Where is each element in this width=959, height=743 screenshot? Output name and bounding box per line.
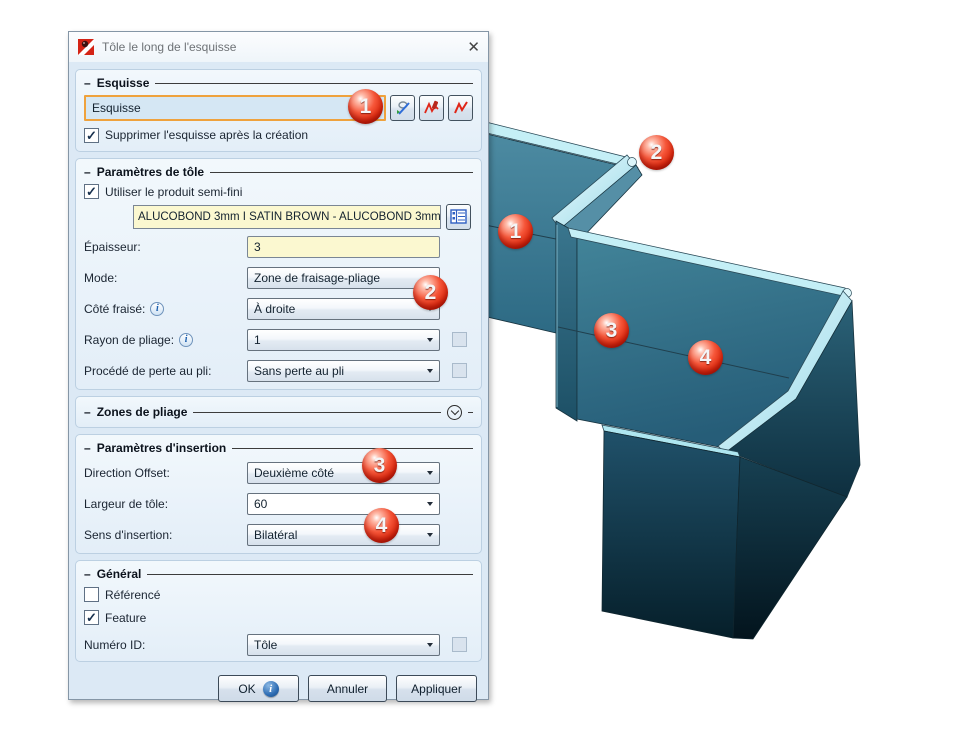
direction-offset-label: Direction Offset:: [84, 465, 170, 480]
dropdown-arrow-icon: [427, 368, 433, 373]
semi-finished-checkbox[interactable]: ✓: [84, 184, 99, 199]
milled-side-dropdown[interactable]: À droite: [247, 297, 440, 320]
catalog-button[interactable]: [446, 203, 471, 230]
dropdown-arrow-icon: [427, 470, 433, 475]
show-sketch-button[interactable]: [390, 95, 415, 121]
catalog-table-icon: [450, 209, 467, 224]
dropdown-arrow-icon: [427, 642, 433, 647]
thickness-field[interactable]: 3: [247, 235, 440, 258]
balloon-4-dialog: 4: [364, 508, 399, 543]
delete-sketch-checkbox[interactable]: ✓: [84, 127, 99, 143]
semi-finished-label: Utiliser le produit semi-fini: [105, 184, 243, 199]
box-front-face: [601, 430, 741, 639]
show-sketch-icon: [396, 101, 410, 115]
dropdown-arrow-icon: [427, 532, 433, 537]
delete-sketch-button[interactable]: [419, 95, 444, 121]
feature-label: Feature: [105, 610, 147, 625]
delete-sketch-label: Supprimer l'esquisse après la création: [105, 128, 309, 142]
semi-finished-product-field[interactable]: ALUCOBOND 3mm I SATIN BROWN - ALUCOBOND …: [133, 204, 441, 229]
sheet-width-dropdown[interactable]: 60: [247, 492, 440, 515]
bend-radius-dropdown[interactable]: 1: [247, 328, 440, 351]
feature-checkbox[interactable]: ✓: [84, 610, 99, 625]
id-number-dropdown[interactable]: Tôle: [247, 633, 440, 656]
fold-tip: [627, 157, 637, 167]
dropdown-arrow-icon: [427, 337, 433, 342]
mode-dropdown[interactable]: Zone de fraisage-pliage: [247, 266, 440, 289]
dropdown-arrow-icon: [427, 501, 433, 506]
bend-radius-label: Rayon de pliage:: [84, 332, 175, 347]
ok-info-icon: i: [262, 680, 279, 697]
bend-allowance-label: Procédé de perte au pli:: [84, 363, 212, 378]
balloon-3-3d: 3: [594, 313, 629, 348]
dialog-footer: OK i Annuler Appliquer: [75, 668, 482, 702]
balloon-3-dialog: 3: [362, 448, 397, 483]
sketch-profile-icon: [453, 101, 468, 114]
close-icon[interactable]: ✕: [467, 40, 480, 55]
insertion-direction-dropdown[interactable]: Bilatéral: [247, 523, 440, 546]
cancel-button[interactable]: Annuler: [308, 675, 387, 702]
bend-allowance-dropdown[interactable]: Sans perte au pli: [247, 359, 440, 382]
group-general-title: Général: [96, 566, 142, 581]
insertion-direction-label: Sens d'insertion:: [84, 527, 173, 542]
group-sheet-params: – Paramètres de tôle ✓ Utiliser le produ…: [75, 158, 482, 390]
sheet-width-label: Largeur de tôle:: [84, 496, 169, 511]
group-esquisse: – Esquisse Esquisse ✓ Supprimer l'esquis…: [75, 69, 482, 152]
group-esquisse-title: Esquisse: [96, 75, 150, 90]
balloon-2-dialog: 2: [413, 275, 448, 310]
group-insertion-title: Paramètres d'insertion: [96, 440, 227, 455]
balloon-2-3d: 2: [639, 135, 674, 170]
milled-side-label: Côté fraisé:: [84, 301, 146, 316]
group-general: – Général Référencé ✓ Feature Numéro ID:…: [75, 560, 482, 662]
ok-button[interactable]: OK i: [218, 675, 299, 702]
dialog-body: – Esquisse Esquisse ✓ Supprimer l'esquis…: [69, 62, 488, 702]
direction-offset-dropdown[interactable]: Deuxième côté: [247, 461, 440, 484]
id-number-extra-checkbox[interactable]: [452, 637, 467, 652]
web-face: [555, 220, 578, 422]
mode-label: Mode:: [84, 270, 118, 285]
referenced-label: Référencé: [105, 587, 161, 602]
balloon-1-dialog: 1: [348, 89, 383, 124]
info-icon[interactable]: i: [179, 332, 194, 347]
thickness-label: Épaisseur:: [84, 239, 141, 254]
balloon-4-3d: 4: [688, 340, 723, 375]
info-icon[interactable]: i: [150, 301, 165, 316]
apply-button[interactable]: Appliquer: [396, 675, 477, 702]
new-sketch-button[interactable]: [448, 95, 473, 121]
delete-sketch-icon: [423, 100, 439, 114]
group-bend-zones: – Zones de pliage: [75, 396, 482, 428]
id-number-label: Numéro ID:: [84, 637, 146, 652]
bend-radius-extra-checkbox[interactable]: [452, 332, 467, 347]
group-insertion-params: – Paramètres d'insertion Direction Offse…: [75, 434, 482, 554]
group-bend-zones-title: Zones de pliage: [96, 405, 188, 419]
dialog-title: Tôle le long de l'esquisse: [102, 40, 237, 54]
sketch-input[interactable]: Esquisse: [84, 95, 386, 121]
group-sheet-params-title: Paramètres de tôle: [96, 164, 205, 179]
dialog-titlebar[interactable]: Tôle le long de l'esquisse ✕: [69, 32, 488, 62]
bend-allowance-extra-checkbox[interactable]: [452, 363, 467, 378]
referenced-checkbox[interactable]: [84, 587, 99, 602]
app-logo-icon: [78, 39, 94, 55]
sheet-along-sketch-dialog: Tôle le long de l'esquisse ✕ – Esquisse …: [68, 31, 489, 702]
chevron-down-icon[interactable]: [447, 404, 462, 420]
balloon-1-3d: 1: [498, 214, 533, 249]
